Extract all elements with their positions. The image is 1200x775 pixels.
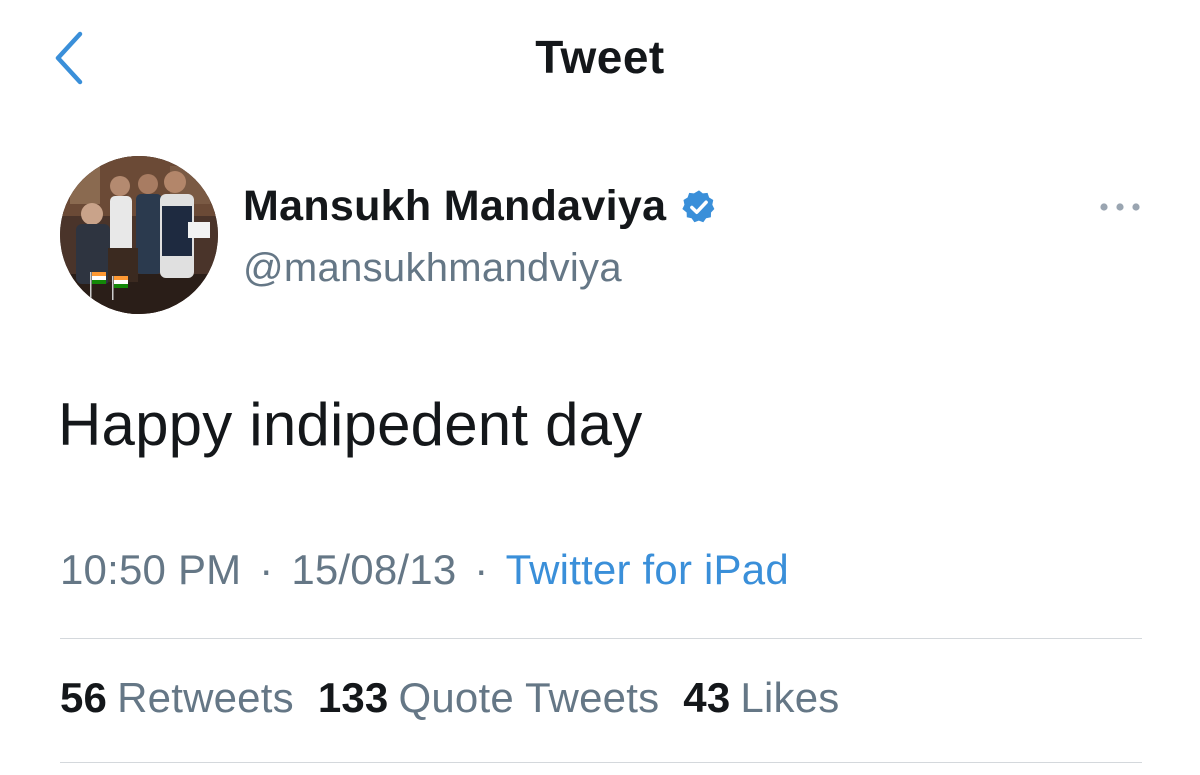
- retweets-label: Retweets: [117, 674, 294, 721]
- separator-dot: ·: [259, 546, 274, 593]
- tweet-author: Mansukh Mandaviya @mansukhmandviya: [60, 156, 1150, 316]
- divider: [60, 638, 1142, 639]
- divider: [60, 762, 1142, 763]
- tweet-time: 10:50 PM: [60, 546, 242, 593]
- retweets-stat[interactable]: 56 Retweets: [60, 674, 294, 722]
- tweet-source-link[interactable]: Twitter for iPad: [506, 546, 789, 593]
- likes-count: 43: [683, 674, 731, 721]
- avatar[interactable]: [60, 156, 218, 314]
- ellipsis-icon: [1100, 203, 1140, 211]
- display-name[interactable]: Mansukh Mandaviya: [243, 182, 666, 231]
- tweet-text: Happy indipedent day: [58, 391, 643, 458]
- likes-label: Likes: [740, 674, 840, 721]
- separator-dot: ·: [474, 546, 489, 593]
- quote-tweets-count: 133: [317, 674, 389, 721]
- more-options-button[interactable]: [1090, 192, 1150, 222]
- display-name-row: Mansukh Mandaviya: [243, 182, 718, 231]
- retweets-count: 56: [60, 674, 108, 721]
- tweet-date: 15/08/13: [291, 546, 457, 593]
- tweet-detail-screen: Tweet Mansukh Mandaviya @mansukhmandviya…: [0, 0, 1200, 775]
- verified-badge-icon: [682, 189, 715, 222]
- engagement-stats: 56 Retweets 133 Quote Tweets 43 Likes: [60, 674, 839, 722]
- user-handle[interactable]: @mansukhmandviya: [243, 246, 622, 291]
- avatar-image: [60, 156, 218, 314]
- quote-tweets-label: Quote Tweets: [398, 674, 660, 721]
- page-title: Tweet: [535, 31, 665, 83]
- likes-stat[interactable]: 43 Likes: [683, 674, 839, 722]
- quote-tweets-stat[interactable]: 133 Quote Tweets: [318, 674, 659, 722]
- tweet-metadata: 10:50 PM · 15/08/13 · Twitter for iPad: [60, 546, 789, 594]
